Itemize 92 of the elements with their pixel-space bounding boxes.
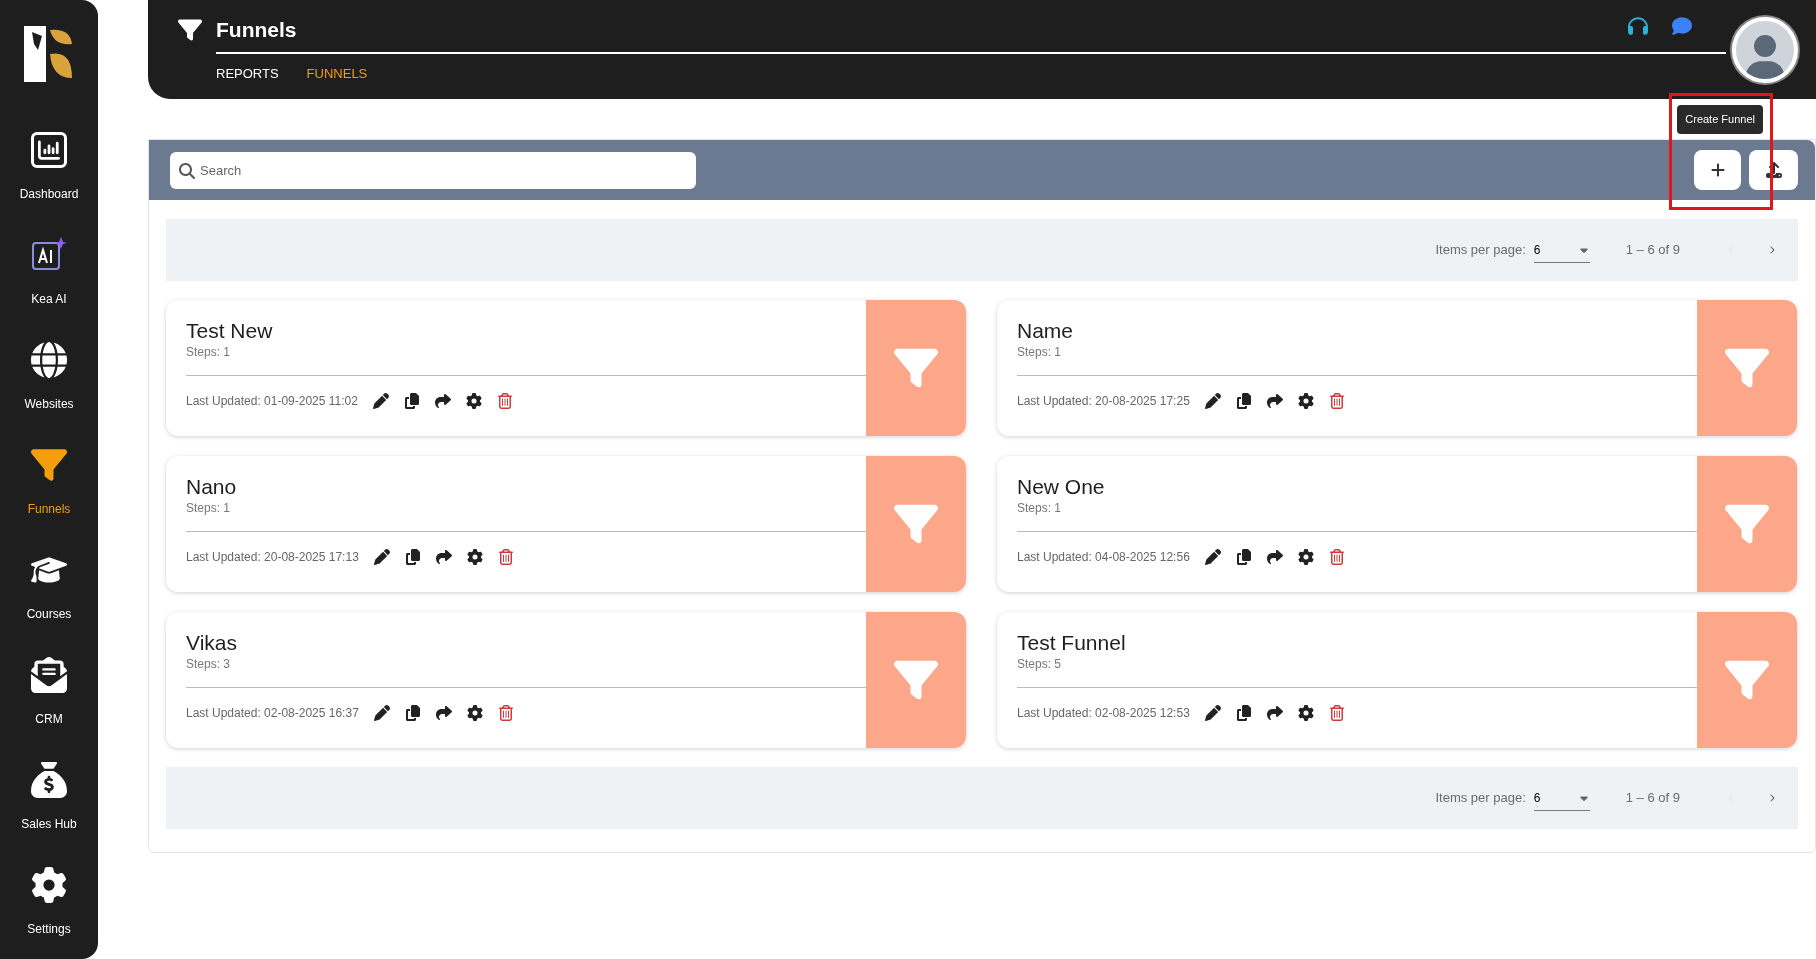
page-title: Funnels (216, 17, 297, 43)
plus-icon (1709, 162, 1726, 178)
upload-icon (1765, 162, 1782, 178)
copy-button[interactable] (1235, 549, 1252, 565)
copy-button[interactable] (1235, 705, 1252, 721)
funnel-steps: Steps: 5 (1017, 655, 1697, 673)
settings-button[interactable] (1297, 705, 1314, 721)
share-button[interactable] (1266, 393, 1283, 409)
money-bag-icon (31, 762, 67, 798)
last-updated: Last Updated: 02-08-2025 16:37 (186, 705, 359, 722)
edit-button[interactable] (1204, 705, 1221, 721)
delete-button[interactable] (1328, 549, 1345, 565)
settings-button[interactable] (466, 549, 483, 565)
share-button[interactable] (1266, 549, 1283, 565)
edit-button[interactable] (1204, 393, 1221, 409)
sidebar-item[interactable]: Settings (4, 867, 94, 938)
funnel-icon (894, 502, 938, 546)
envelope-icon (31, 657, 67, 693)
edit-button[interactable] (1204, 549, 1221, 565)
page-range: 1 – 6 of 9 (1625, 241, 1680, 260)
funnel-steps: Steps: 1 (186, 499, 866, 517)
funnel-icon (178, 17, 202, 42)
ai-icon (31, 237, 67, 273)
last-updated: Last Updated: 20-08-2025 17:13 (186, 549, 359, 566)
search-field[interactable]: Search (170, 151, 696, 189)
last-updated: Last Updated: 01-09-2025 11:02 (186, 393, 358, 410)
headphones-icon[interactable] (1628, 16, 1648, 36)
next-page-button[interactable] (1768, 794, 1776, 802)
copy-button[interactable] (1235, 393, 1252, 409)
sidebar-item[interactable]: Websites (4, 342, 94, 413)
funnel-name: Nano (186, 475, 238, 499)
edit-button[interactable] (373, 549, 390, 565)
delete-button[interactable] (497, 705, 514, 721)
funnel-name: Test New (186, 319, 274, 343)
header-tab[interactable]: FUNNELS (306, 63, 368, 83)
last-updated: Last Updated: 02-08-2025 12:53 (1017, 705, 1190, 722)
search-icon (179, 162, 195, 179)
last-updated: Last Updated: 04-08-2025 12:56 (1017, 549, 1190, 566)
settings-button[interactable] (465, 393, 482, 409)
upload-button[interactable] (1749, 150, 1798, 190)
sidebar-item[interactable]: Dashboard (4, 132, 94, 203)
per-page-select[interactable]: 6 (1533, 785, 1590, 811)
settings-button[interactable] (1297, 549, 1314, 565)
settings-button[interactable] (466, 705, 483, 721)
funnel-steps: Steps: 1 (1017, 499, 1697, 517)
funnel-name: New One (1017, 475, 1106, 499)
settings-button[interactable] (1297, 393, 1314, 409)
per-page-select[interactable]: 6 (1533, 237, 1590, 263)
funnel-icon (1725, 658, 1769, 702)
dashboard-icon (31, 132, 67, 168)
funnel-name: Vikas (186, 631, 238, 655)
globe-icon (31, 342, 67, 378)
delete-button[interactable] (496, 393, 513, 409)
avatar[interactable] (1732, 17, 1798, 83)
delete-button[interactable] (1328, 393, 1345, 409)
funnel-icon (1725, 502, 1769, 546)
share-button[interactable] (435, 549, 452, 565)
funnel-steps: Steps: 1 (1017, 343, 1697, 361)
copy-button[interactable] (404, 705, 421, 721)
copy-button[interactable] (403, 393, 420, 409)
sidebar-item[interactable]: Kea AI (4, 237, 94, 308)
delete-button[interactable] (497, 549, 514, 565)
settings-icon (31, 867, 67, 903)
items-per-page-label: Items per page: (1435, 789, 1526, 808)
page-range: 1 – 6 of 9 (1625, 789, 1680, 808)
chat-icon[interactable] (1672, 16, 1692, 36)
funnel-icon (1725, 346, 1769, 390)
share-button[interactable] (1266, 705, 1283, 721)
create-funnel-button[interactable] (1694, 150, 1741, 190)
next-page-button[interactable] (1768, 246, 1776, 254)
sidebar-item[interactable]: Sales Hub (4, 762, 94, 833)
sidebar-item[interactable]: CRM (4, 657, 94, 728)
share-button[interactable] (434, 393, 451, 409)
edit-button[interactable] (373, 705, 390, 721)
items-per-page-label: Items per page: (1435, 241, 1526, 260)
funnel-name: Test Funnel (1017, 631, 1127, 655)
funnel-steps: Steps: 1 (186, 343, 866, 361)
funnel-steps: Steps: 3 (186, 655, 866, 673)
header-tab[interactable]: REPORTS (216, 63, 279, 83)
funnel-icon (894, 346, 938, 390)
copy-button[interactable] (404, 549, 421, 565)
share-button[interactable] (435, 705, 452, 721)
edit-button[interactable] (372, 393, 389, 409)
delete-button[interactable] (1328, 705, 1345, 721)
funnel-icon (894, 658, 938, 702)
sidebar-item[interactable]: Funnels (4, 447, 94, 518)
funnel-icon (31, 447, 67, 483)
logo (24, 26, 74, 82)
funnel-name: Name (1017, 319, 1075, 343)
sidebar-item[interactable]: Courses (4, 552, 94, 623)
last-updated: Last Updated: 20-08-2025 17:25 (1017, 393, 1190, 410)
tooltip: Create Funnel (1677, 105, 1763, 134)
